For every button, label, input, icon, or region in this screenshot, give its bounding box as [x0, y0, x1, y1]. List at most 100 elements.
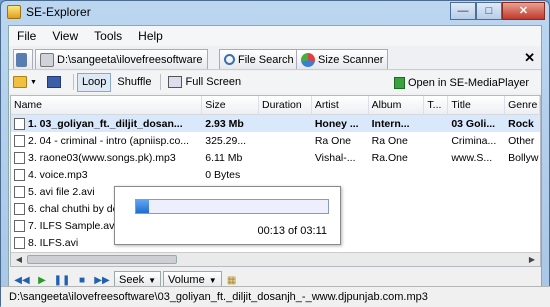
tab-bar: D:\sangeeta\ilovefreesoftware File Searc… [9, 47, 541, 70]
window-title: SE-Explorer [26, 5, 91, 19]
app-window: SE-Explorer — □ ✕ File View Tools Help D… [0, 0, 550, 307]
tab-file-search[interactable]: File Search [219, 49, 299, 69]
media-player-icon [393, 76, 405, 89]
file-name: 2. 04 - criminal - intro (apniisp.co... [28, 134, 190, 147]
file-name: 3. raone03(www.songs.pk).mp3 [28, 151, 176, 164]
file-icon [14, 219, 25, 232]
file-icon [14, 151, 25, 164]
cell-artist: Ra One [314, 134, 352, 147]
header-artist[interactable]: Artist [312, 96, 369, 114]
pie-chart-icon [301, 52, 315, 67]
file-name: 8. ILFS.avi [28, 236, 79, 249]
client-area: File View Tools Help D:\sangeeta\ilovefr… [8, 25, 542, 300]
file-icon [14, 168, 25, 181]
menu-file[interactable]: File [9, 29, 44, 43]
cell-genre: Rock [508, 117, 534, 130]
tab-size-scanner[interactable]: Size Scanner [296, 49, 389, 69]
header-name[interactable]: Name [11, 96, 203, 114]
table-row[interactable]: 1. 03_goliyan_ft._diljit_dosan... 2.93 Mb… [11, 115, 540, 132]
file-icon [14, 202, 25, 215]
file-icon [14, 236, 25, 249]
tab-path-label: D:\sangeeta\ilovefreesoftware [57, 53, 203, 66]
table-row[interactable]: 2. 04 - criminal - intro (apniisp.co... 3… [11, 132, 540, 149]
seek-label: Seek [119, 274, 145, 286]
cell-genre: Bollyw [508, 151, 539, 164]
drive-icon [40, 52, 54, 67]
tab-size-scanner-label: Size Scanner [318, 53, 384, 66]
seek-progress-fill [136, 200, 150, 213]
seek-progress-bar[interactable] [135, 199, 329, 214]
header-album[interactable]: Album [369, 96, 425, 114]
cell-artist: Honey ... [314, 117, 359, 130]
header-duration[interactable]: Duration [259, 96, 312, 114]
menu-tools[interactable]: Tools [86, 29, 130, 43]
cell-size: 2.93 Mb [205, 117, 244, 130]
cell-album: Intern... [371, 117, 410, 130]
scroll-right-icon[interactable]: ▶ [526, 254, 538, 265]
close-tab-icon[interactable]: ✕ [524, 50, 535, 66]
full-screen-button[interactable]: Full Screen [164, 73, 245, 92]
scrollbar-thumb[interactable] [27, 255, 177, 264]
loop-button[interactable]: Loop [76, 72, 112, 92]
file-icon [14, 134, 25, 147]
header-track[interactable]: T... [424, 96, 449, 114]
tab-file-search-label: File Search [238, 53, 294, 66]
close-button[interactable]: ✕ [502, 2, 545, 20]
cell-name: 1. 03_goliyan_ft._diljit_dosan... [11, 117, 202, 130]
volume-label: Volume [168, 274, 205, 286]
fullscreen-icon [168, 76, 183, 88]
save-button[interactable] [43, 73, 68, 92]
cell-title: www.S... [451, 151, 493, 164]
search-icon [224, 54, 235, 65]
open-folder-button[interactable]: ▼ [9, 73, 41, 92]
maximize-button[interactable]: □ [476, 2, 502, 20]
menu-view[interactable]: View [44, 29, 86, 43]
cell-album: Ra One [371, 134, 408, 147]
grid-header: Name Size Duration Artist Album T... Tit… [11, 96, 540, 115]
menu-help[interactable]: Help [130, 29, 171, 43]
status-bar: D:\sangeeta\ilovefreesoftware\03_goliyan… [1, 286, 550, 307]
cell-album: Ra.One [371, 151, 408, 164]
header-title[interactable]: Title [448, 96, 506, 114]
app-icon [7, 5, 21, 19]
cell-size: 325.29... [205, 134, 247, 147]
file-icon [14, 185, 25, 198]
folder-dropdown-icon: ▼ [30, 78, 37, 86]
file-name: 7. ILFS Sample.avi [28, 219, 117, 232]
seek-time-text: 00:13 of 03:11 [257, 225, 327, 237]
cell-title: 03 Goli... [451, 117, 496, 130]
seek-dropdown-icon: ▼ [148, 275, 156, 285]
cell-title: Crimina... [451, 134, 497, 147]
home-tab[interactable] [13, 49, 33, 69]
minimize-button[interactable]: — [450, 2, 476, 20]
open-in-player-button[interactable]: Open in SE-MediaPlayer [390, 73, 533, 92]
horizontal-scrollbar[interactable]: ◀ ▶ [11, 252, 540, 266]
menu-bar: File View Tools Help [9, 26, 541, 46]
seek-popup: 00:13 of 03:11 [114, 186, 341, 245]
computer-icon [16, 52, 27, 67]
cell-name: 3. raone03(www.songs.pk).mp3 [11, 151, 202, 164]
header-size[interactable]: Size [202, 96, 260, 114]
table-row[interactable]: 3. raone03(www.songs.pk).mp3 6.11 Mb Visha… [11, 149, 540, 166]
cell-artist: Vishal-... [314, 151, 356, 164]
shuffle-button[interactable]: Shuffle [113, 73, 155, 92]
scroll-left-icon[interactable]: ◀ [13, 254, 25, 265]
cell-genre: Other [508, 134, 535, 147]
save-icon [46, 76, 61, 88]
file-icon [14, 117, 25, 130]
header-genre[interactable]: Genre [505, 96, 540, 114]
open-in-player-label: Open in SE-MediaPlayer [407, 76, 529, 89]
full-screen-label: Full Screen [185, 76, 242, 88]
file-name: 5. avi file 2.avi [28, 185, 95, 198]
folder-icon [13, 76, 27, 88]
player-toolbar: ▼ Loop Shuffle Full Screen Open in SE-Me… [9, 71, 541, 93]
table-row[interactable]: 4. voice.mp3 0 Bytes [11, 166, 540, 183]
title-bar[interactable]: SE-Explorer — □ ✕ [1, 1, 549, 23]
tab-path[interactable]: D:\sangeeta\ilovefreesoftware [35, 49, 208, 69]
volume-dropdown-icon: ▼ [208, 275, 217, 285]
file-name: 1. 03_goliyan_ft._diljit_dosan... [28, 117, 183, 130]
toolbar-separator [72, 74, 74, 90]
cell-size: 6.11 Mb [205, 151, 243, 164]
cell-name: 2. 04 - criminal - intro (apniisp.co... [11, 134, 202, 147]
cell-name: 4. voice.mp3 [11, 168, 202, 181]
